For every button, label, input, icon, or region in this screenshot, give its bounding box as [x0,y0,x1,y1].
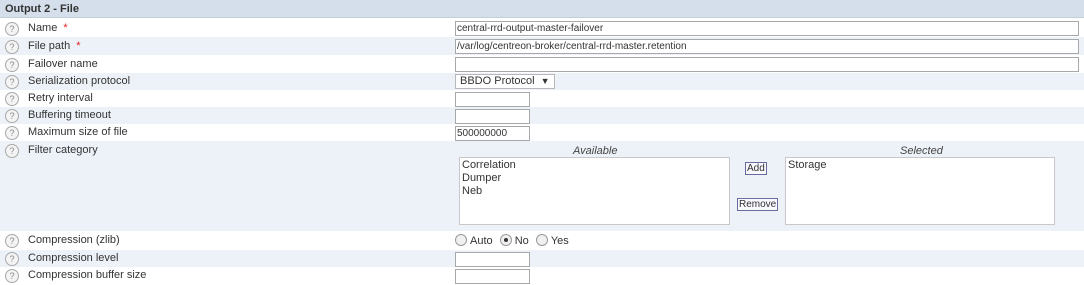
row-filter-category: ? Filter category Available Correlation … [0,141,1084,231]
chevron-down-icon: ▼ [540,76,550,86]
max-file-size-input[interactable] [455,126,530,141]
file-path-label: File path * [28,40,81,52]
help-icon[interactable]: ? [5,22,19,36]
selected-title: Selected [900,145,943,157]
help-icon[interactable]: ? [5,252,19,266]
buffering-timeout-label: Buffering timeout [28,109,111,121]
serialization-label: Serialization protocol [28,75,131,87]
help-icon[interactable]: ? [5,58,19,72]
name-input[interactable] [455,21,1079,36]
available-listbox[interactable]: Correlation Dumper Neb [459,157,730,225]
radio-icon[interactable] [455,234,467,246]
row-compression-level: ? Compression level [0,250,1084,267]
help-icon[interactable]: ? [5,126,19,140]
help-icon[interactable]: ? [5,144,19,158]
help-icon[interactable]: ? [5,234,19,248]
list-item[interactable]: Correlation [462,159,729,172]
compression-buffer-input[interactable] [455,269,530,284]
section-header: Output 2 - File [0,0,1084,18]
retry-interval-label: Retry interval [28,92,93,104]
compression-radio-group: Auto No Yes [455,234,573,247]
compression-buffer-label: Compression buffer size [28,269,147,281]
name-label: Name * [28,22,68,34]
available-title: Available [573,145,618,157]
serialization-selected-value: BBDO Protocol [460,75,535,87]
compression-option-auto[interactable]: Auto [455,234,493,247]
help-icon[interactable]: ? [5,75,19,89]
row-file-path: ? File path * [0,37,1084,55]
compression-level-input[interactable] [455,252,530,267]
required-mark: * [76,40,81,52]
remove-button[interactable]: Remove [737,198,779,211]
list-item[interactable]: Storage [788,159,1054,172]
row-compression-buffer: ? Compression buffer size [0,267,1084,285]
failover-name-input[interactable] [455,57,1079,72]
row-failover-name: ? Failover name [0,55,1084,73]
radio-icon[interactable] [535,234,548,246]
list-item[interactable]: Dumper [462,172,729,185]
row-name: ? Name * [0,19,1084,37]
selected-listbox[interactable]: Storage [785,157,1055,225]
help-icon[interactable]: ? [5,109,19,123]
max-file-size-label: Maximum size of file [28,126,128,138]
radio-checked-icon[interactable] [499,234,512,246]
compression-option-no[interactable]: No [499,234,529,247]
compression-label: Compression (zlib) [28,234,120,246]
compression-level-label: Compression level [28,252,119,264]
required-mark: * [63,22,68,34]
list-item[interactable]: Neb [462,185,729,198]
row-serialization: ? Serialization protocol BBDO Protocol ▼ [0,73,1084,90]
section-title: Output 2 - File [5,3,79,15]
retry-interval-input[interactable] [455,92,530,107]
help-icon[interactable]: ? [5,40,19,54]
help-icon[interactable]: ? [5,92,19,106]
row-max-file-size: ? Maximum size of file [0,124,1084,141]
help-icon[interactable]: ? [5,269,19,283]
file-path-input[interactable] [455,39,1079,54]
compression-option-yes[interactable]: Yes [535,234,569,247]
row-buffering-timeout: ? Buffering timeout [0,107,1084,124]
filter-category-label: Filter category [28,144,98,156]
buffering-timeout-input[interactable] [455,109,530,124]
row-compression: ? Compression (zlib) Auto No Yes [0,231,1084,250]
failover-name-label: Failover name [28,58,98,70]
add-button[interactable]: Add [745,162,767,175]
serialization-select[interactable]: BBDO Protocol ▼ [455,74,555,89]
row-retry-interval: ? Retry interval [0,90,1084,107]
